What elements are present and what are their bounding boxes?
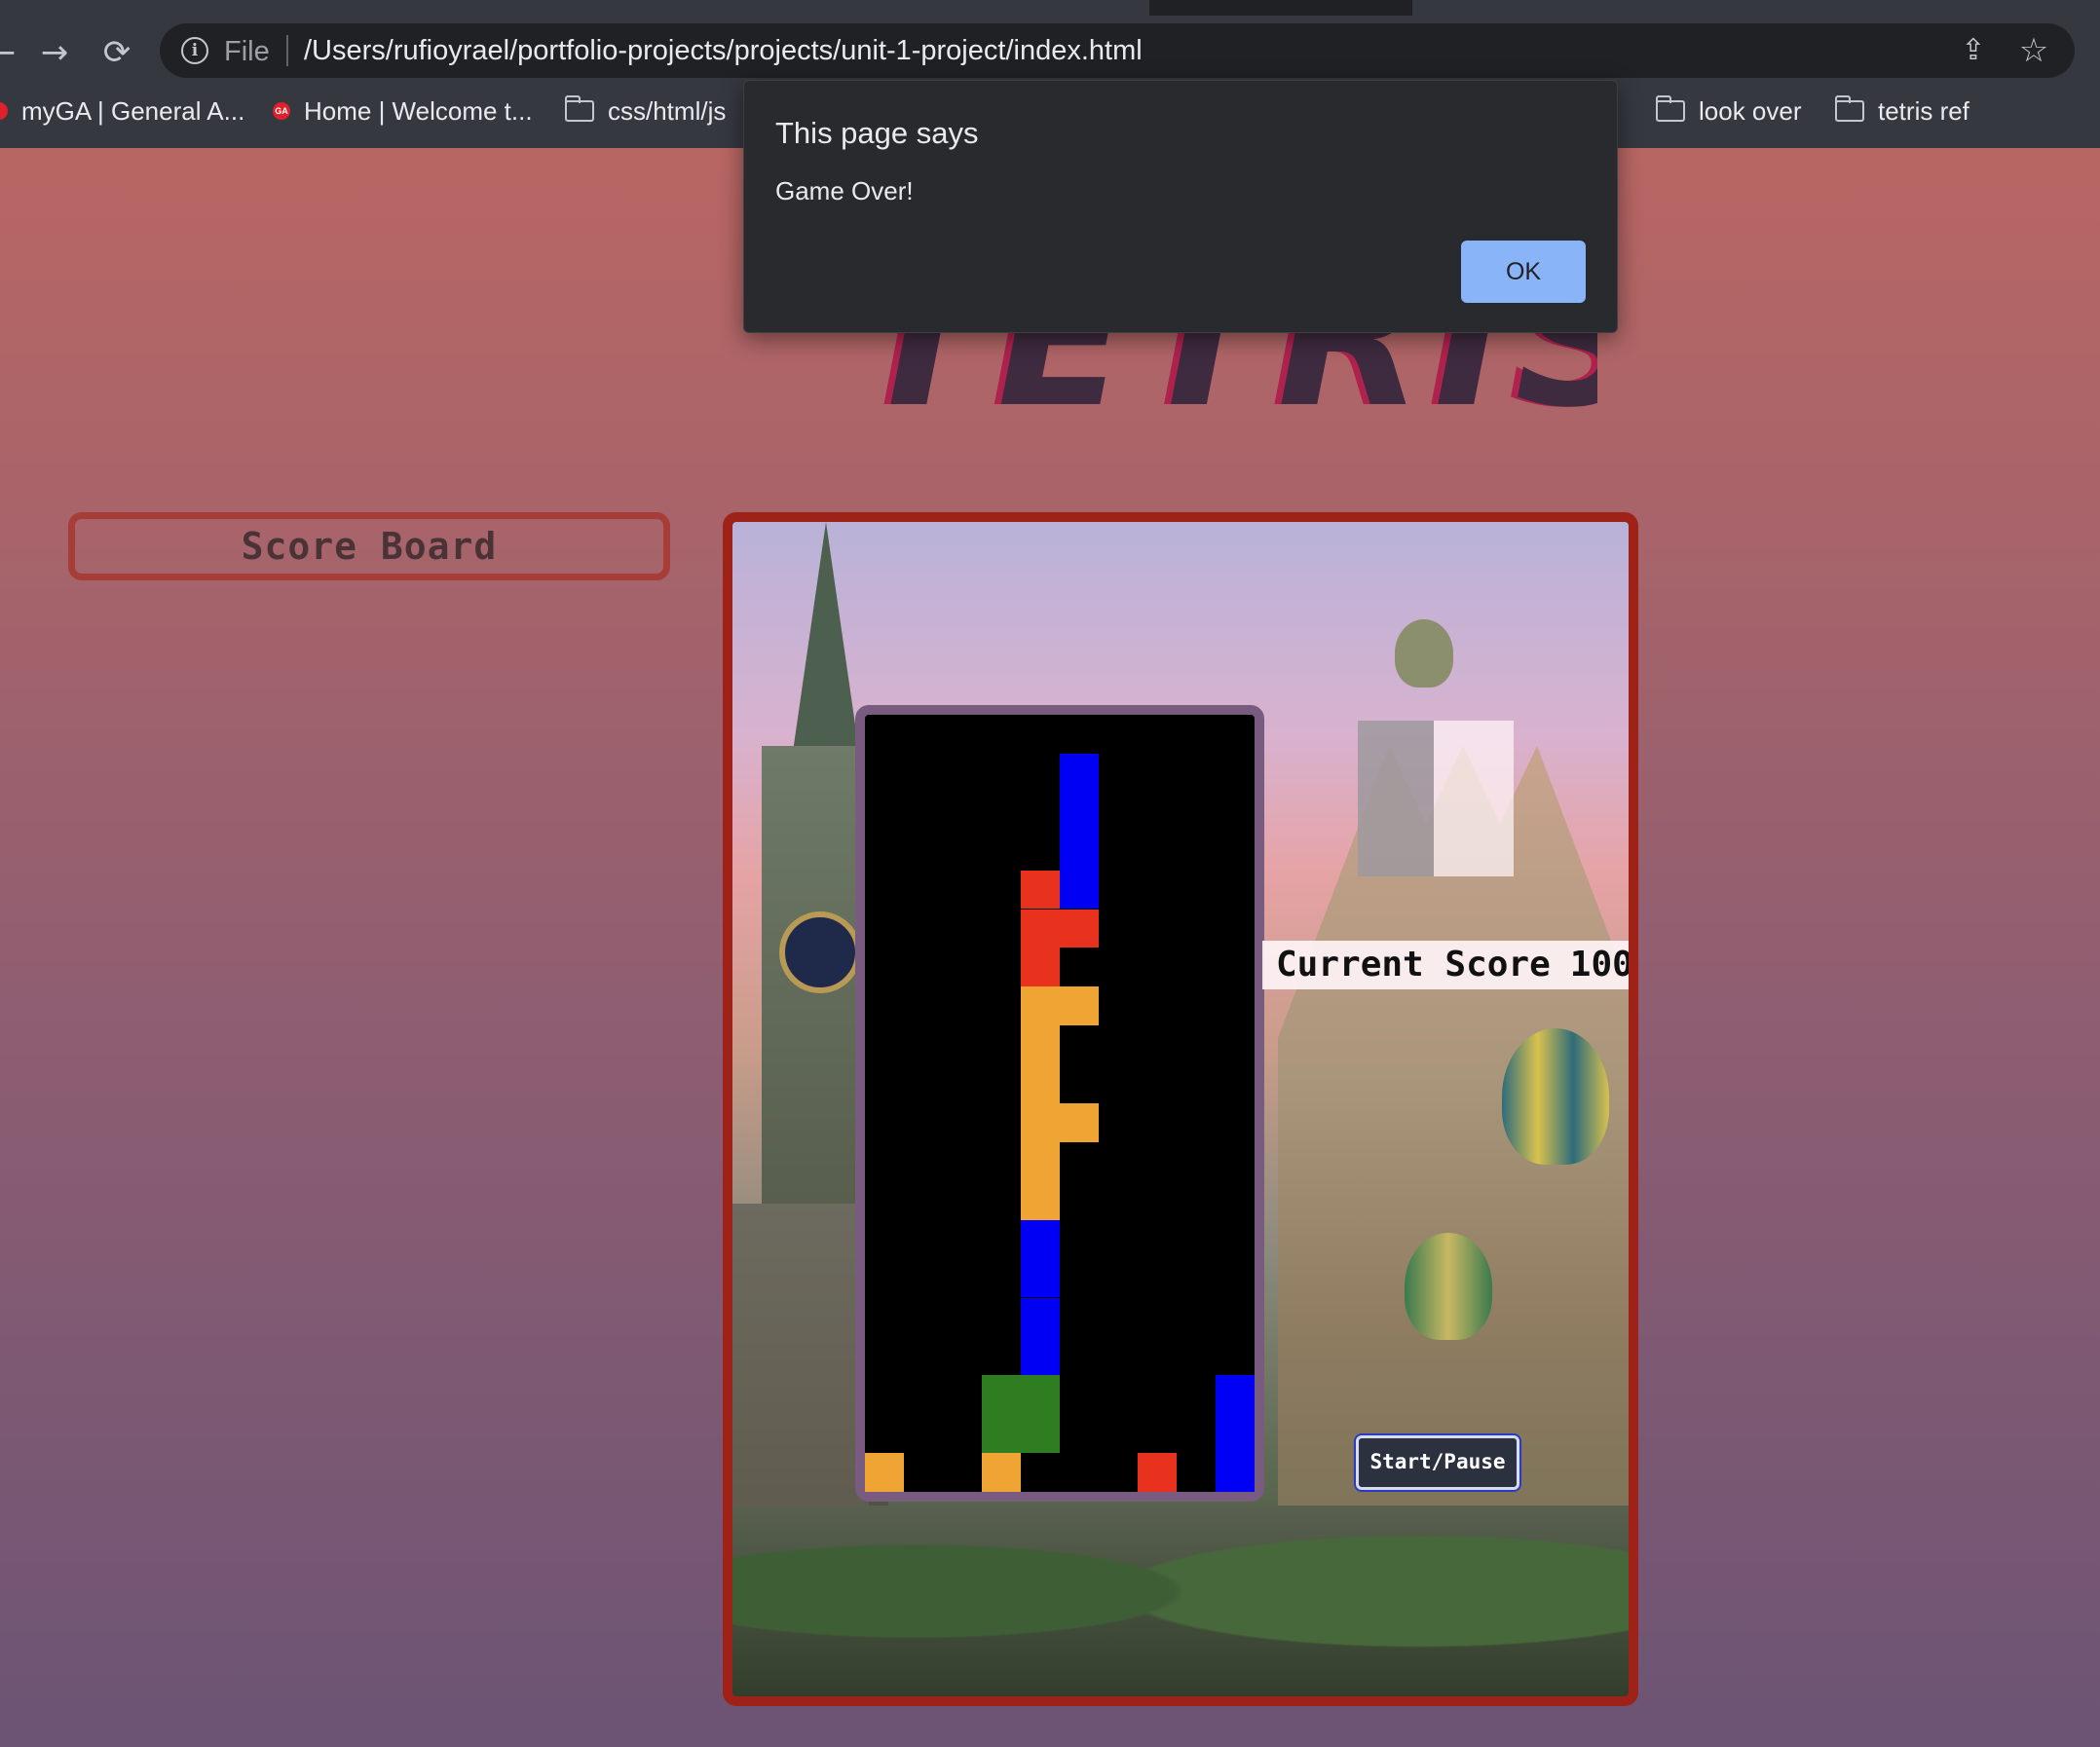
tetris-block [1021,1103,1060,1142]
dome-decoration [1395,619,1453,688]
tetris-block [1060,870,1099,910]
browser-tab[interactable] [1412,0,2100,16]
tetris-block [1060,986,1099,1026]
tetris-block [1021,1297,1060,1337]
url-text[interactable]: /Users/rufioyrael/portfolio-projects/pro… [304,35,1143,67]
board-grid [865,715,1255,1492]
tetris-block [982,1453,1021,1492]
bookmark-label: tetris ref [1878,95,1969,126]
tetris-block [1060,1103,1099,1142]
tetris-block [1021,1336,1060,1376]
tower-spire-decoration [791,522,861,765]
clock-decoration [779,911,861,993]
bookmark-label: myGA | General A... [21,95,245,126]
bookmark-label: look over [1699,95,1802,126]
scheme-label: File [224,36,270,67]
bookmark-item[interactable]: tetris ref [1835,93,1969,129]
share-icon[interactable]: ⇪ [1956,33,1991,68]
trees-decoration [732,1505,1629,1696]
tetris-block [1060,792,1099,832]
browser-tab[interactable] [0,0,1149,16]
tetris-block [982,1375,1021,1415]
tetris-block [1216,1414,1255,1454]
bookmark-item[interactable]: GA Home | Welcome t... [273,93,533,129]
tetris-block [1021,870,1060,910]
folder-icon [565,95,594,122]
tetris-block [1216,1453,1255,1492]
start-pause-button[interactable]: Start/Pause [1356,1435,1519,1490]
tetris-block [1021,1219,1060,1259]
tetris-block [1216,1375,1255,1415]
dialog-message: Game Over! [775,176,914,205]
reload-icon[interactable]: ⟳ [97,33,136,72]
toolbar: ← → ⟳ i File /Users/rufioyrael/portfolio… [0,16,2100,88]
ga-favicon-icon: GA [273,102,290,120]
tetris-block [1021,1025,1060,1065]
tetris-block [1021,1180,1060,1220]
tetris-block [1060,831,1099,871]
score-board: Score Board [68,512,670,580]
url-separator [286,35,288,66]
alert-dialog: This page says Game Over! OK [743,80,1618,333]
tetris-block [1021,1141,1060,1181]
next-piece-panel-shade [1358,721,1434,876]
folder-icon [1835,95,1864,122]
bookmark-item[interactable]: myGA | General A... [0,93,244,129]
game-frame: Current Score 100 Start/Pause [723,512,1638,1706]
tetris-block [1060,909,1099,948]
bookmark-label: css/html/js [608,95,727,126]
star-icon[interactable]: ☆ [2014,31,2053,70]
tetris-board[interactable] [855,705,1264,1502]
bookmark-item[interactable]: look over [1656,93,1802,129]
dialog-title: This page says [775,116,979,150]
current-score-label: Current Score [1276,945,1551,985]
tab-strip [0,0,2100,16]
bookmark-label: Home | Welcome t... [304,95,533,126]
tetris-block [1021,1064,1060,1103]
tetris-block [982,1414,1021,1454]
info-icon[interactable]: i [181,37,208,64]
bookmark-item[interactable]: css/html/js [565,93,726,129]
tetris-block [1138,1453,1177,1492]
tetris-block [1021,1375,1060,1415]
back-icon[interactable]: ← [0,33,21,72]
address-bar[interactable]: i File /Users/rufioyrael/portfolio-proje… [160,23,2075,78]
current-score: Current Score 100 [1262,941,1633,989]
tetris-block [1021,1414,1060,1454]
dome-decoration [1502,1028,1609,1165]
ok-button[interactable]: OK [1461,241,1586,303]
tetris-block [865,1453,904,1492]
ga-favicon-icon [0,102,8,120]
dome-decoration [1405,1233,1492,1340]
tetris-block [1060,753,1099,793]
current-score-value: 100 [1569,945,1633,985]
tetris-block [1021,1258,1060,1298]
tetris-block [1021,948,1060,987]
folder-icon [1656,95,1685,122]
tetris-block [1021,909,1060,948]
tetris-block [1021,986,1060,1026]
forward-icon[interactable]: → [35,33,74,72]
